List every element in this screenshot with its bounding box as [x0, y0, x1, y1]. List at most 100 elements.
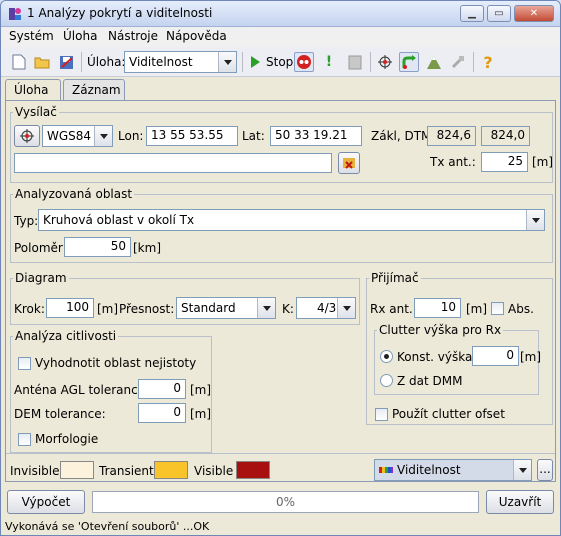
rx-unit: [m] [466, 302, 488, 316]
menu-tools[interactable]: Nástroje [108, 29, 158, 43]
menu-task[interactable]: Úloha [63, 29, 97, 43]
lat-label: Lat: [242, 129, 265, 143]
constant-height-input[interactable]: 0 [472, 346, 519, 366]
k-factor-select[interactable]: 4/3 [296, 297, 356, 319]
area-type-label: Typ: [14, 214, 39, 228]
area-type-select[interactable]: Kruhová oblast v okolí Tx [38, 209, 545, 231]
agl-tolerance-input[interactable]: 0 [138, 379, 186, 399]
step-unit: [m] [97, 302, 119, 316]
menu-system[interactable]: Systém [9, 29, 54, 43]
transient-swatch[interactable] [154, 461, 188, 479]
crs-select[interactable]: WGS84 [42, 125, 113, 147]
rx-antenna-input[interactable]: 10 [414, 298, 461, 318]
chevron-down-icon [94, 126, 112, 146]
compute-button[interactable]: Výpočet [7, 490, 85, 514]
route-icon[interactable] [399, 52, 419, 72]
close-dialog-button[interactable]: Uzavřít [486, 490, 554, 514]
rx-antenna-label: Rx ant.: [370, 302, 417, 316]
chevron-down-icon [257, 298, 275, 318]
play-icon[interactable] [245, 52, 265, 72]
dmm-data-radio[interactable] [380, 374, 393, 387]
clutter-legend: Clutter výška pro Rx [379, 323, 502, 337]
tab-task[interactable]: Úloha [5, 79, 61, 102]
task-label: Úloha: [87, 55, 126, 69]
radius-label: Poloměr: [14, 241, 67, 255]
sensitivity-legend: Analýza citlivosti [15, 329, 117, 343]
minimize-button[interactable]: ▁ [460, 5, 484, 22]
target-icon[interactable] [375, 52, 395, 72]
stop-icon[interactable] [294, 52, 314, 72]
task-panel: Vysílač WGS84 Lon: 13 55 53.55 Lat: 50 3… [5, 100, 556, 482]
transient-label: Transient [99, 464, 154, 478]
abs-label: Abs. [508, 302, 534, 316]
radius-input[interactable]: 50 [64, 237, 131, 257]
tab-log[interactable]: Záznam [63, 79, 125, 101]
close-button[interactable]: ✕ [514, 5, 554, 22]
transmitter-legend: Vysílač [15, 105, 57, 119]
base-height-field: 824,6 [427, 126, 476, 146]
area-legend: Analyzovaná oblast [15, 187, 133, 201]
agl-tolerance-label: Anténa AGL tolerance: [14, 383, 150, 397]
delete-icon [343, 158, 355, 169]
abs-checkbox[interactable] [491, 302, 504, 315]
chevron-down-icon [526, 210, 544, 230]
dem-unit: [m] [190, 407, 212, 421]
step-label: Krok: [14, 302, 45, 316]
pick-location-button[interactable] [14, 125, 40, 147]
satellite-icon[interactable] [448, 52, 468, 72]
invisible-swatch[interactable] [60, 461, 94, 479]
clear-location-button[interactable] [338, 152, 360, 174]
crosshair-icon [20, 129, 34, 143]
save-icon[interactable] [56, 52, 76, 72]
app-icon [9, 8, 21, 20]
receiver-legend: Přijímač [371, 271, 419, 285]
chevron-down-icon [337, 298, 355, 318]
uncertain-area-checkbox[interactable] [18, 357, 31, 370]
radius-unit: [km] [133, 241, 162, 255]
lon-label: Lon: [118, 129, 144, 143]
maximize-button[interactable]: ▭ [487, 5, 511, 22]
clipboard-icon[interactable] [345, 52, 365, 72]
warning-icon[interactable]: ! [319, 52, 339, 72]
window-title: 1 Analýzy pokrytí a viditelnosti [27, 6, 213, 20]
tx-antenna-input[interactable]: 25 [481, 152, 528, 172]
step-input[interactable]: 100 [46, 298, 94, 318]
dtm-height-field: 824,0 [481, 126, 530, 146]
menu-bar: Systém Úloha Nástroje Nápověda [1, 27, 560, 47]
app-window: 1 Analýzy pokrytí a viditelnosti ▁ ▭ ✕ S… [0, 0, 561, 536]
morphology-label: Morfologie [35, 432, 99, 446]
task-select[interactable]: Viditelnost [124, 51, 237, 73]
palette-icon [379, 467, 393, 473]
visible-label: Visible [194, 464, 234, 478]
dem-tolerance-input[interactable]: 0 [138, 403, 186, 423]
dmm-data-label: Z dat DMM [397, 374, 463, 388]
constant-height-radio[interactable] [380, 350, 393, 363]
lat-input[interactable]: 50 33 19.21 [270, 126, 362, 146]
new-icon[interactable] [9, 52, 29, 72]
menu-help[interactable]: Nápověda [166, 29, 227, 43]
precision-select[interactable]: Standard [176, 297, 276, 319]
uncertain-area-label: Vyhodnotit oblast nejistoty [35, 356, 197, 370]
transmitter-name-input[interactable] [14, 153, 332, 173]
help-icon[interactable]: ? [478, 52, 498, 72]
palette-more-button[interactable]: ... [537, 459, 553, 481]
terrain-icon[interactable] [424, 52, 444, 72]
tx-antenna-label: Tx ant.: [430, 155, 476, 169]
clutter-offset-checkbox[interactable] [375, 408, 388, 421]
palette-select[interactable]: Viditelnost [374, 459, 532, 481]
diagram-legend: Diagram [15, 271, 67, 285]
dem-tolerance-label: DEM tolerance: [14, 407, 106, 421]
visible-swatch[interactable] [236, 461, 270, 479]
morphology-checkbox[interactable] [18, 433, 31, 446]
lon-input[interactable]: 13 55 53.55 [146, 126, 238, 146]
constant-height-unit: [m] [520, 350, 542, 364]
chevron-down-icon [218, 52, 236, 72]
base-dtm-label: Zákl, DTM [371, 129, 432, 143]
stop-label: Stop: [266, 55, 298, 69]
open-icon[interactable] [32, 52, 52, 72]
title-bar: 1 Analýzy pokrytí a viditelnosti ▁ ▭ ✕ [1, 1, 560, 27]
k-label: K: [282, 302, 294, 316]
tx-unit: [m] [532, 155, 554, 169]
constant-height-label: Konst. výška: [397, 350, 477, 364]
status-bar: Vykonává se 'Otevření souborů' ...OK [5, 520, 210, 533]
